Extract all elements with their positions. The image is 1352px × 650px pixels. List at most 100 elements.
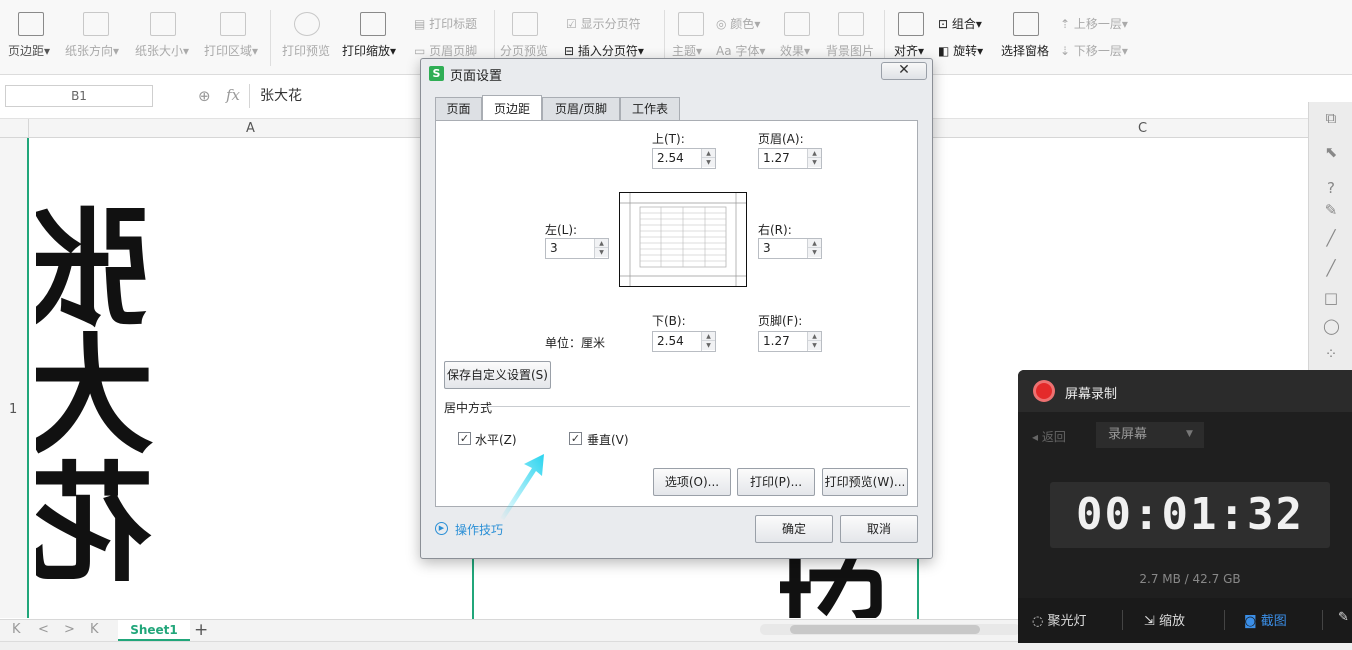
left-margin-value[interactable]: 3 [550, 241, 558, 255]
color-dots-icon[interactable]: ⁘ [1323, 346, 1339, 362]
print-preview-dialog-button[interactable]: 打印预览(W)... [822, 468, 908, 496]
ok-button[interactable]: 确定 [755, 515, 833, 543]
show-page-break-checkbox[interactable]: ☑ 显示分页符 [566, 15, 641, 32]
effect-button[interactable]: 效果▾ [780, 42, 810, 59]
spotlight-button[interactable]: ◌ 聚光灯 [1032, 610, 1087, 629]
select-all-corner[interactable] [0, 119, 29, 138]
ellipse-icon[interactable]: ◯ [1323, 318, 1340, 334]
margins-icon[interactable] [18, 12, 44, 36]
name-box[interactable]: B1 [5, 85, 153, 107]
selection-pane-icon[interactable] [1013, 12, 1039, 36]
pen-tool-icon[interactable]: ✎ [1338, 610, 1349, 625]
spin-buttons[interactable]: ▲ ▼ [807, 149, 821, 168]
print-button[interactable]: 打印(P)... [737, 468, 815, 496]
header-footer-button[interactable]: ▭ 页眉页脚 [414, 42, 477, 59]
orientation-button[interactable]: 纸张方向▾ [65, 42, 119, 59]
add-sheet-button[interactable]: + [194, 620, 208, 640]
rotate-button[interactable]: ◧ 旋转▾ [938, 42, 983, 59]
horizontal-scrollbar[interactable] [760, 624, 1020, 635]
chevron-down-icon[interactable]: ▼ [1186, 429, 1193, 439]
back-button[interactable]: ◂ 返回 [1032, 428, 1066, 445]
top-margin-stepper[interactable]: 2.54 ▲ ▼ [652, 148, 716, 169]
bring-forward-button[interactable]: ⇡ 上移一层▾ [1060, 15, 1128, 32]
spin-buttons[interactable]: ▲ ▼ [701, 149, 715, 168]
spin-buttons[interactable]: ▲ ▼ [701, 332, 715, 351]
color-button[interactable]: ◎ 颜色▾ [716, 15, 760, 32]
spin-buttons[interactable]: ▲ ▼ [594, 239, 608, 258]
cancel-button[interactable]: 取消 [840, 515, 918, 543]
cell-a1[interactable]: 张大花 [36, 200, 186, 620]
scrollbar-thumb[interactable] [790, 625, 980, 634]
insert-page-break-button[interactable]: ⊟ 插入分页符▾ [564, 42, 644, 59]
theme-icon[interactable] [678, 12, 704, 36]
send-backward-button[interactable]: ⇣ 下移一层▾ [1060, 42, 1128, 59]
orientation-icon[interactable] [83, 12, 109, 36]
print-preview-icon[interactable] [294, 12, 320, 36]
paper-size-icon[interactable] [150, 12, 176, 36]
align-icon[interactable] [898, 12, 924, 36]
print-title-button[interactable]: ▤ 打印标题 [414, 15, 477, 32]
formula-input[interactable]: 张大花 [249, 84, 449, 108]
prev-sheet-button[interactable]: < [38, 622, 49, 637]
first-sheet-button[interactable]: K [12, 622, 21, 637]
print-scale-button[interactable]: 打印缩放▾ [342, 42, 396, 59]
play-icon[interactable]: ▶ [435, 522, 448, 535]
save-custom-settings-button[interactable]: 保存自定义设置(S) [444, 361, 551, 389]
header-margin-stepper[interactable]: 1.27 ▲ ▼ [758, 148, 822, 169]
bottom-margin-stepper[interactable]: 2.54 ▲ ▼ [652, 331, 716, 352]
column-header-a[interactable]: A [246, 121, 255, 136]
spin-buttons[interactable]: ▲ ▼ [807, 239, 821, 258]
vertical-label[interactable]: 垂直(V) [587, 431, 629, 448]
tab-page[interactable]: 页面 [435, 97, 482, 121]
left-margin-stepper[interactable]: 3 ▲ ▼ [545, 238, 609, 259]
rectangle-icon[interactable]: □ [1323, 290, 1339, 306]
recorder-header[interactable]: 屏幕录制 [1018, 370, 1352, 412]
font-button[interactable]: Aa 字体▾ [716, 42, 765, 59]
group-button[interactable]: ⊡ 组合▾ [938, 15, 982, 32]
arrow-line-icon[interactable]: ╱ [1323, 260, 1339, 276]
help-icon[interactable]: ? [1323, 180, 1339, 196]
right-margin-value[interactable]: 3 [763, 241, 771, 255]
next-sheet-button[interactable]: > [64, 622, 75, 637]
pointer-icon[interactable]: ⬉ [1323, 144, 1339, 160]
tab-margins[interactable]: 页边距 [482, 95, 542, 121]
footer-margin-stepper[interactable]: 1.27 ▲ ▼ [758, 331, 822, 352]
effect-icon[interactable] [784, 12, 810, 36]
options-button[interactable]: 选项(O)... [653, 468, 731, 496]
print-area-icon[interactable] [220, 12, 246, 36]
margins-button[interactable]: 页边距▾ [8, 42, 50, 59]
bottom-margin-value[interactable]: 2.54 [657, 334, 684, 348]
tab-sheet[interactable]: 工作表 [620, 97, 680, 121]
background-image-button[interactable]: 背景图片 [826, 42, 874, 59]
pin-icon[interactable]: ⧉ [1323, 110, 1339, 126]
right-margin-stepper[interactable]: 3 ▲ ▼ [758, 238, 822, 259]
tab-header-footer[interactable]: 页眉/页脚 [542, 97, 620, 121]
line-icon[interactable]: ╱ [1323, 230, 1339, 246]
page-break-preview-button[interactable]: 分页预览 [500, 42, 548, 59]
paper-size-button[interactable]: 纸张大小▾ [135, 42, 189, 59]
fx-icon[interactable]: fx [226, 86, 240, 104]
print-scale-icon[interactable] [360, 12, 386, 36]
pen-icon[interactable]: ✎ [1323, 202, 1339, 218]
row-header-1[interactable]: 1 [9, 402, 17, 417]
close-button[interactable]: ✕ [881, 62, 927, 80]
selection-pane-button[interactable]: 选择窗格 [1001, 42, 1049, 59]
background-image-icon[interactable] [838, 12, 864, 36]
zoom-icon[interactable]: ⊕ [198, 87, 211, 105]
align-button[interactable]: 对齐▾ [894, 42, 924, 59]
zoom-button[interactable]: ⇲ 缩放 [1144, 610, 1185, 629]
top-margin-value[interactable]: 2.54 [657, 151, 684, 165]
dialog-title-bar[interactable]: S 页面设置 ✕ [421, 59, 932, 87]
last-sheet-button[interactable]: K [90, 622, 99, 637]
page-break-preview-icon[interactable] [512, 12, 538, 36]
print-area-button[interactable]: 打印区域▾ [204, 42, 258, 59]
vertical-checkbox[interactable]: ✓ [569, 432, 582, 445]
column-header-c[interactable]: C [1138, 121, 1147, 136]
spin-buttons[interactable]: ▲ ▼ [807, 332, 821, 351]
print-preview-button[interactable]: 打印预览 [282, 42, 330, 59]
header-margin-value[interactable]: 1.27 [763, 151, 790, 165]
tips-link[interactable]: 操作技巧 [455, 521, 503, 538]
theme-button[interactable]: 主题▾ [672, 42, 702, 59]
horizontal-checkbox[interactable]: ✓ [458, 432, 471, 445]
screenshot-button[interactable]: ◙ 截图 [1244, 610, 1287, 629]
